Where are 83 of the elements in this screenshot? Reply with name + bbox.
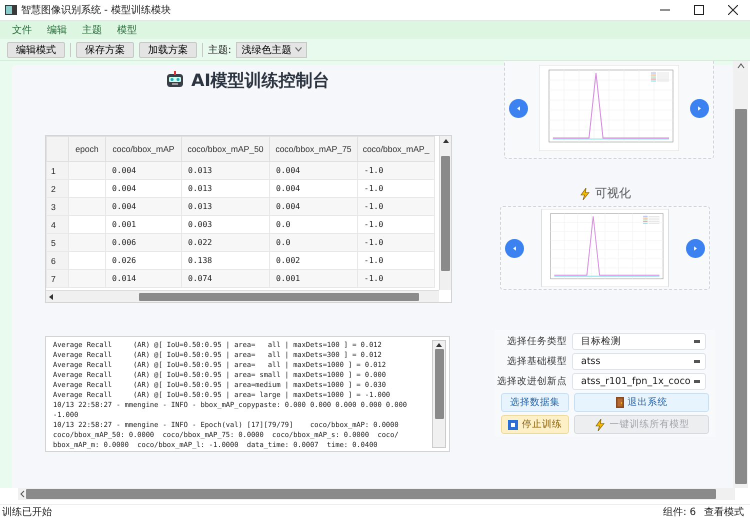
scroll-up-icon[interactable]	[736, 61, 744, 71]
table-cell: 0.074	[182, 270, 270, 288]
select-field[interactable]: 目标检测	[572, 333, 706, 350]
field-label: 选择基础模型	[506, 355, 567, 368]
dataset-button[interactable]: 选择数据集	[501, 393, 569, 412]
scroll-left-icon[interactable]	[49, 294, 53, 300]
field-label: 选择改进创新点	[497, 375, 567, 388]
next-arrow-button[interactable]	[686, 238, 705, 258]
table-cell: 0.001	[270, 270, 358, 288]
dash-icon	[694, 340, 700, 343]
maximize-icon	[694, 5, 704, 15]
triangle-icon	[515, 104, 522, 112]
next-arrow-button[interactable]	[690, 98, 709, 118]
dash-icon	[694, 360, 700, 363]
table-cell: 0.004	[270, 162, 358, 180]
table-cell: 0.004	[106, 198, 182, 216]
door-icon	[616, 397, 624, 408]
column-header[interactable]: epoch	[68, 136, 106, 162]
row-header: 5	[46, 234, 68, 252]
column-header[interactable]: coco/bbox_mAP_50	[182, 136, 270, 162]
table-cell: 0.004	[106, 162, 182, 180]
table-cell	[68, 162, 106, 180]
table-cell: 0.0	[270, 234, 358, 252]
log-scrollbar[interactable]	[432, 340, 446, 448]
close-icon	[728, 5, 738, 15]
triangle-icon	[692, 244, 699, 252]
lightning-icon	[579, 188, 591, 200]
vertical-scrollbar[interactable]	[439, 136, 451, 290]
scroll-up-icon[interactable]	[436, 341, 442, 349]
scroll-up-icon[interactable]	[442, 139, 448, 143]
toolbar-button[interactable]: 加载方案	[139, 42, 197, 58]
triangle-icon	[696, 104, 703, 112]
previous-arrow-button[interactable]	[509, 98, 528, 118]
field-label: 选择任务类型	[506, 335, 567, 348]
row-header: 1	[46, 162, 68, 180]
row-header: 4	[46, 216, 68, 234]
table-cell: -1.0	[358, 162, 434, 180]
menu-item[interactable]: 主题	[76, 23, 111, 37]
robot-icon	[165, 71, 186, 89]
horizontal-scrollbar[interactable]	[46, 290, 439, 302]
row-header: 7	[46, 270, 68, 288]
menu-item[interactable]: 模型	[111, 23, 146, 37]
row-header: 2	[46, 180, 68, 198]
window-title: 智慧图像识别系统 - 模型训练模块	[21, 4, 172, 17]
component-count: 组件: 6	[663, 506, 696, 518]
column-header[interactable]: coco/bbox_mAP_	[358, 136, 434, 162]
scroll-left-icon[interactable]	[18, 489, 26, 499]
page-horizontal-scrollbar[interactable]	[18, 488, 735, 500]
table-cell: -1.0	[358, 198, 434, 216]
menu-item[interactable]: 文件	[6, 23, 41, 37]
column-header[interactable]: coco/bbox_mAP	[106, 136, 182, 162]
stop-icon	[508, 420, 518, 430]
table-cell: -1.0	[358, 234, 434, 252]
select-field[interactable]: atss	[572, 353, 706, 370]
theme-dropdown[interactable]: 浅绿色主题	[236, 42, 308, 58]
row-header: 3	[46, 198, 68, 216]
table-cell: -1.0	[358, 270, 434, 288]
exit-button[interactable]: 退出系统	[574, 393, 709, 412]
select-field[interactable]: atss_r101_fpn_1x_coco	[572, 373, 706, 390]
previous-arrow-button[interactable]	[505, 238, 524, 258]
visualization-heading: 可视化	[595, 185, 631, 202]
table-cell: 0.014	[106, 270, 182, 288]
row-header: 6	[46, 252, 68, 270]
page-scrollbar[interactable]	[733, 61, 748, 488]
status-message: 训练已开始	[2, 506, 53, 518]
column-header[interactable]: coco/bbox_mAP_75	[270, 136, 358, 162]
triangle-icon	[511, 244, 518, 252]
mode-indicator: 查看模式	[704, 506, 744, 518]
theme-label: 主题:	[208, 44, 232, 56]
table-cell: 0.006	[106, 234, 182, 252]
table-cell: 0.013	[182, 198, 270, 216]
toolbar-button[interactable]: 编辑模式	[7, 42, 65, 58]
table-cell: 0.013	[182, 162, 270, 180]
app-icon	[5, 5, 17, 15]
stop-button[interactable]: 停止训练	[501, 415, 569, 434]
table-cell: 0.004	[270, 198, 358, 216]
dash-icon	[694, 380, 700, 383]
table-cell: 0.022	[182, 234, 270, 252]
console-heading: AI模型训练控制台	[191, 70, 330, 92]
lightning-icon	[594, 418, 606, 430]
toolbar-button[interactable]: 保存方案	[76, 42, 134, 58]
caret-icon	[295, 47, 302, 52]
menu-item[interactable]: 编辑	[41, 23, 76, 37]
